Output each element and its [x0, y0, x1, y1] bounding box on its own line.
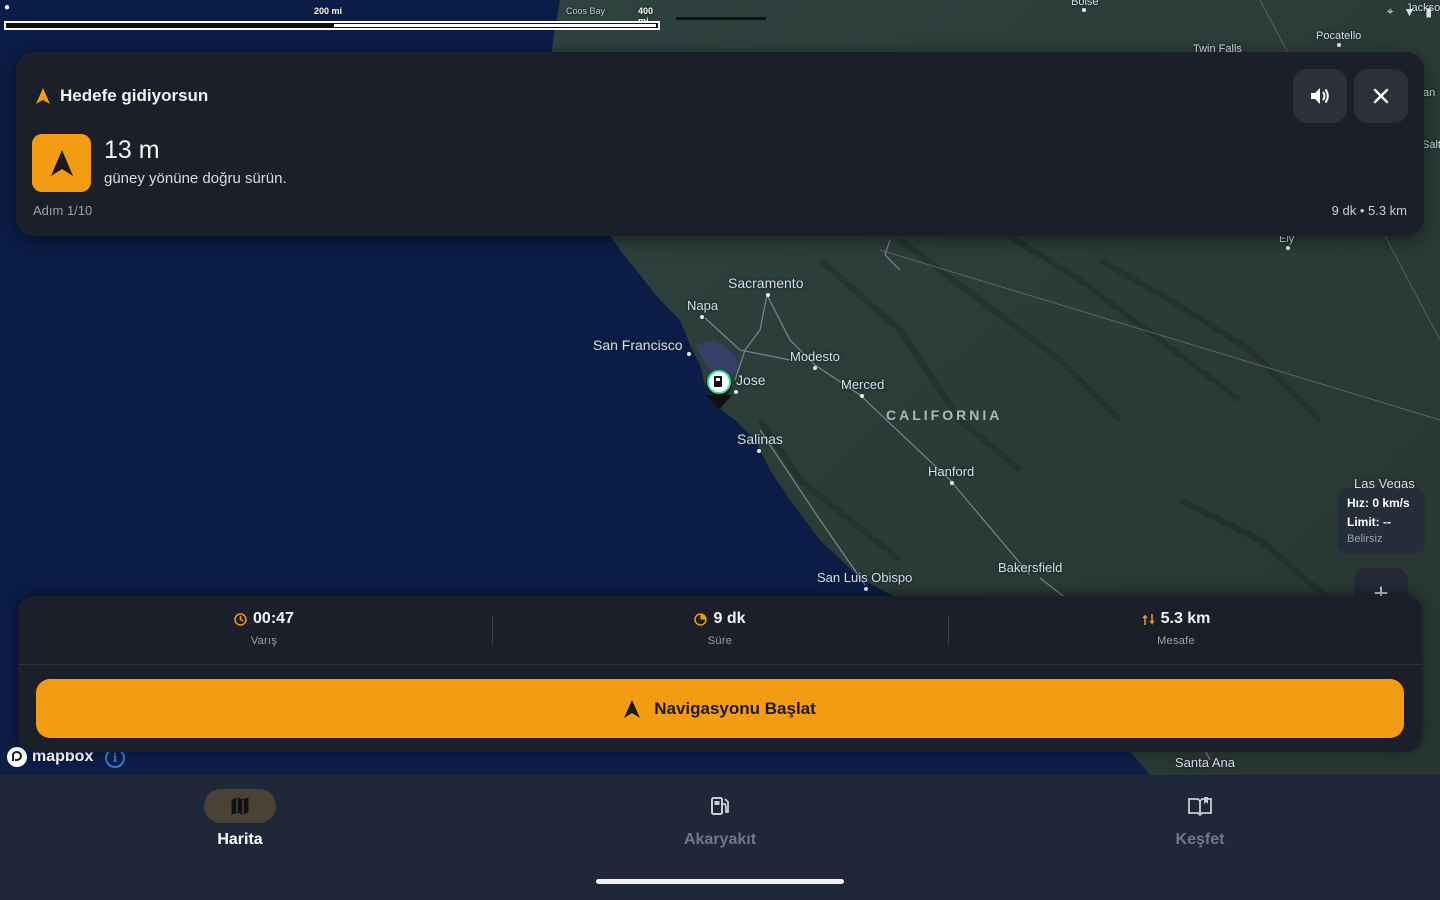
- speed-value: Hız: 0 km/s: [1347, 496, 1410, 510]
- book-open-icon: [1188, 797, 1212, 817]
- heading-row: Hedefe gidiyorsun: [36, 86, 208, 106]
- city-dot: [687, 352, 691, 356]
- city-label-napa[interactable]: Napa: [687, 298, 718, 313]
- city-dot: [950, 481, 954, 485]
- sound-button[interactable]: [1293, 69, 1347, 123]
- map-icon: [231, 797, 249, 815]
- navigation-arrow-icon: [624, 699, 641, 718]
- city-label-salt[interactable]: Salt: [1422, 139, 1440, 151]
- route-panel: 00:47 Varış 9 dk Süre 5.3 km Mesafe Navi…: [18, 596, 1422, 752]
- scale-bar-tail: [676, 17, 766, 20]
- city-dot: [700, 315, 704, 319]
- city-label-pocatello[interactable]: Pocatello: [1316, 30, 1361, 42]
- instruction-card: Hedefe gidiyorsun 13 m güney yönüne doğr…: [16, 52, 1424, 236]
- eta-summary: 9 dk • 5.3 km: [1331, 203, 1407, 218]
- fuel-icon: [711, 797, 729, 815]
- city-label-hanford[interactable]: Hanford: [928, 464, 974, 479]
- nav-label-akaryakit: Akaryakıt: [683, 831, 757, 848]
- divider: [492, 616, 493, 644]
- city-dot: [813, 366, 817, 370]
- status-bar-right: ⌖ ▼ ▮: [1387, 4, 1432, 19]
- maneuver-instruction: güney yönüne doğru sürün.: [104, 170, 287, 187]
- state-label-california: CALIFORNIA: [886, 407, 1003, 423]
- route-icon: [1142, 613, 1155, 625]
- scale-label-200: 200 mi: [314, 6, 343, 16]
- map-scale-bar: 200 mi Coos Bay 400 mi: [4, 4, 660, 30]
- city-dot: [1082, 8, 1086, 12]
- close-icon: [1373, 88, 1389, 104]
- nav-label-harita: Harita: [217, 831, 263, 848]
- arrival-label: Varış: [250, 635, 278, 647]
- heading-title: Hedefe gidiyorsun: [60, 86, 209, 105]
- city-dot: [757, 449, 761, 453]
- arrival-value: 00:47: [253, 610, 294, 627]
- city-label-san-jose[interactable]: Jose: [736, 372, 766, 388]
- city-dot: [860, 394, 864, 398]
- step-counter: Adım 1/10: [33, 203, 93, 218]
- nav-pill: [1164, 789, 1236, 823]
- duration-value: 9 dk: [713, 610, 746, 627]
- speed-limit: Limit: --: [1347, 515, 1391, 529]
- city-dot: [864, 587, 868, 591]
- home-indicator[interactable]: [596, 879, 844, 884]
- maneuver-distance: 13 m: [104, 136, 160, 164]
- city-label-bakersfield[interactable]: Bakersfield: [998, 560, 1062, 575]
- route-panel-divider: [18, 664, 1422, 665]
- start-navigation-button[interactable]: Navigasyonu Başlat: [36, 679, 1404, 738]
- nav-item-harita[interactable]: Harita: [160, 789, 320, 849]
- nav-item-akaryakit[interactable]: Akaryakıt: [640, 789, 800, 849]
- close-button[interactable]: [1354, 69, 1408, 123]
- city-label-merced[interactable]: Merced: [841, 377, 884, 392]
- location-status-icon: ⌖: [1386, 4, 1394, 18]
- map-label-coos-bay: Coos Bay: [566, 6, 606, 16]
- city-label-san-luis-obispo[interactable]: San Luis Obispo: [817, 570, 912, 585]
- navigation-arrow-icon: [36, 88, 50, 104]
- maneuver-icon-box: [32, 134, 91, 192]
- city-label-an[interactable]: an: [1423, 87, 1435, 99]
- start-navigation-label: Navigasyonu Başlat: [654, 698, 816, 718]
- duration-label: Süre: [707, 635, 733, 647]
- arrival-stat: 00:47 Varış: [114, 610, 414, 647]
- nav-item-kesfet[interactable]: Keşfet: [1120, 789, 1280, 849]
- nav-pill: [684, 789, 756, 823]
- distance-value: 5.3 km: [1160, 610, 1211, 627]
- city-dot: [734, 390, 738, 394]
- city-label-salinas[interactable]: Salinas: [737, 431, 783, 447]
- timer-icon: [694, 612, 708, 626]
- battery-icon: ▮: [1425, 4, 1432, 19]
- city-dot: [1337, 43, 1341, 47]
- city-label-san-francisco[interactable]: San Francisco: [593, 337, 682, 353]
- wifi-icon: ▼: [1403, 4, 1416, 19]
- divider: [948, 616, 949, 644]
- speed-indicator: Hız: 0 km/s Limit: -- Belirsiz: [1337, 488, 1425, 554]
- city-label-boise[interactable]: Boise: [1071, 0, 1099, 8]
- city-dot: [766, 293, 770, 297]
- volume-icon: [1311, 88, 1329, 104]
- speed-state: Belirsiz: [1347, 533, 1383, 545]
- bottom-navigation: Harita Akaryakıt Keşfet: [0, 775, 1440, 900]
- nav-active-pill: [204, 789, 276, 823]
- navigation-arrow-icon: [50, 150, 73, 176]
- duration-stat: 9 dk Süre: [570, 610, 870, 647]
- city-label-modesto[interactable]: Modesto: [790, 349, 840, 364]
- distance-stat: 5.3 km Mesafe: [1026, 610, 1326, 647]
- city-label-santa-ana[interactable]: Santa Ana: [1175, 755, 1235, 770]
- nav-label-kesfet: Keşfet: [1175, 831, 1225, 848]
- clock-icon: [234, 612, 247, 626]
- city-label-sacramento[interactable]: Sacramento: [728, 275, 803, 291]
- city-dot: [1286, 246, 1290, 250]
- distance-label: Mesafe: [1157, 635, 1195, 647]
